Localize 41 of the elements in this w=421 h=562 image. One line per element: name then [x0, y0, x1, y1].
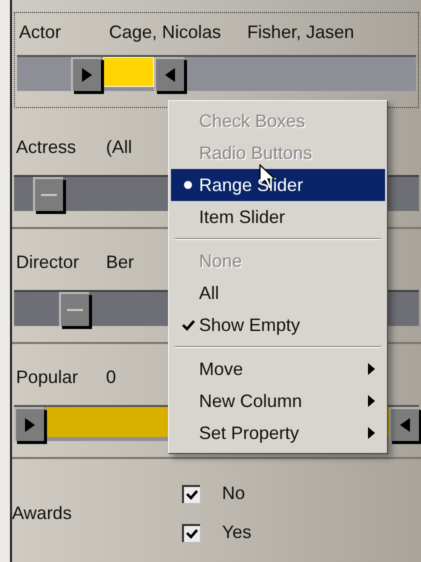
right-triangle-icon [25, 418, 35, 432]
filter-label: Director [16, 250, 80, 274]
checkbox-label: Yes [222, 521, 252, 544]
filter-label: Popular [16, 366, 80, 389]
checkmark-icon [186, 490, 198, 500]
slider-thumb[interactable] [59, 292, 89, 326]
slider-thumb[interactable] [389, 407, 419, 441]
filter-value: Ber [106, 250, 134, 274]
left-triangle-icon [400, 418, 410, 432]
filter-value: 0 [106, 366, 116, 388]
menu-item[interactable]: All [171, 277, 385, 309]
filter-label: Actress [16, 136, 78, 158]
menu-item[interactable]: Move [171, 353, 385, 385]
grip-icon [67, 308, 83, 312]
checkbox[interactable] [182, 484, 200, 502]
slider-thumb[interactable] [154, 57, 184, 91]
submenu-arrow-icon [368, 395, 375, 407]
checkmark-icon [186, 528, 198, 538]
bullet-icon [184, 181, 192, 189]
menu-item[interactable]: New Column [171, 385, 385, 417]
slider-thumb[interactable] [32, 177, 63, 211]
menu-item[interactable]: Item Slider [171, 201, 385, 233]
filter-value: Cage, Nicolas [109, 20, 222, 44]
menu-item[interactable]: Range Slider [171, 169, 385, 201]
submenu-arrow-icon [368, 427, 375, 439]
right-triangle-icon [82, 68, 92, 82]
checkbox-label: No [222, 482, 246, 505]
range-fill [102, 57, 154, 87]
menu-item[interactable]: Set Property [171, 417, 385, 449]
slider-thumb[interactable] [70, 57, 101, 91]
slider-thumb[interactable] [14, 407, 44, 441]
filter-label: Actor [19, 20, 62, 44]
left-triangle-icon [164, 68, 175, 82]
filter-value: (All [106, 136, 132, 159]
awards-label: Awards [12, 502, 73, 524]
menu-item[interactable]: Show Empty [171, 309, 385, 341]
submenu-arrow-icon [368, 363, 375, 375]
checkbox[interactable] [182, 524, 200, 542]
checkmark-icon [182, 320, 194, 330]
grip-icon [40, 193, 57, 197]
filter-value: Fisher, Jasen [247, 20, 354, 44]
